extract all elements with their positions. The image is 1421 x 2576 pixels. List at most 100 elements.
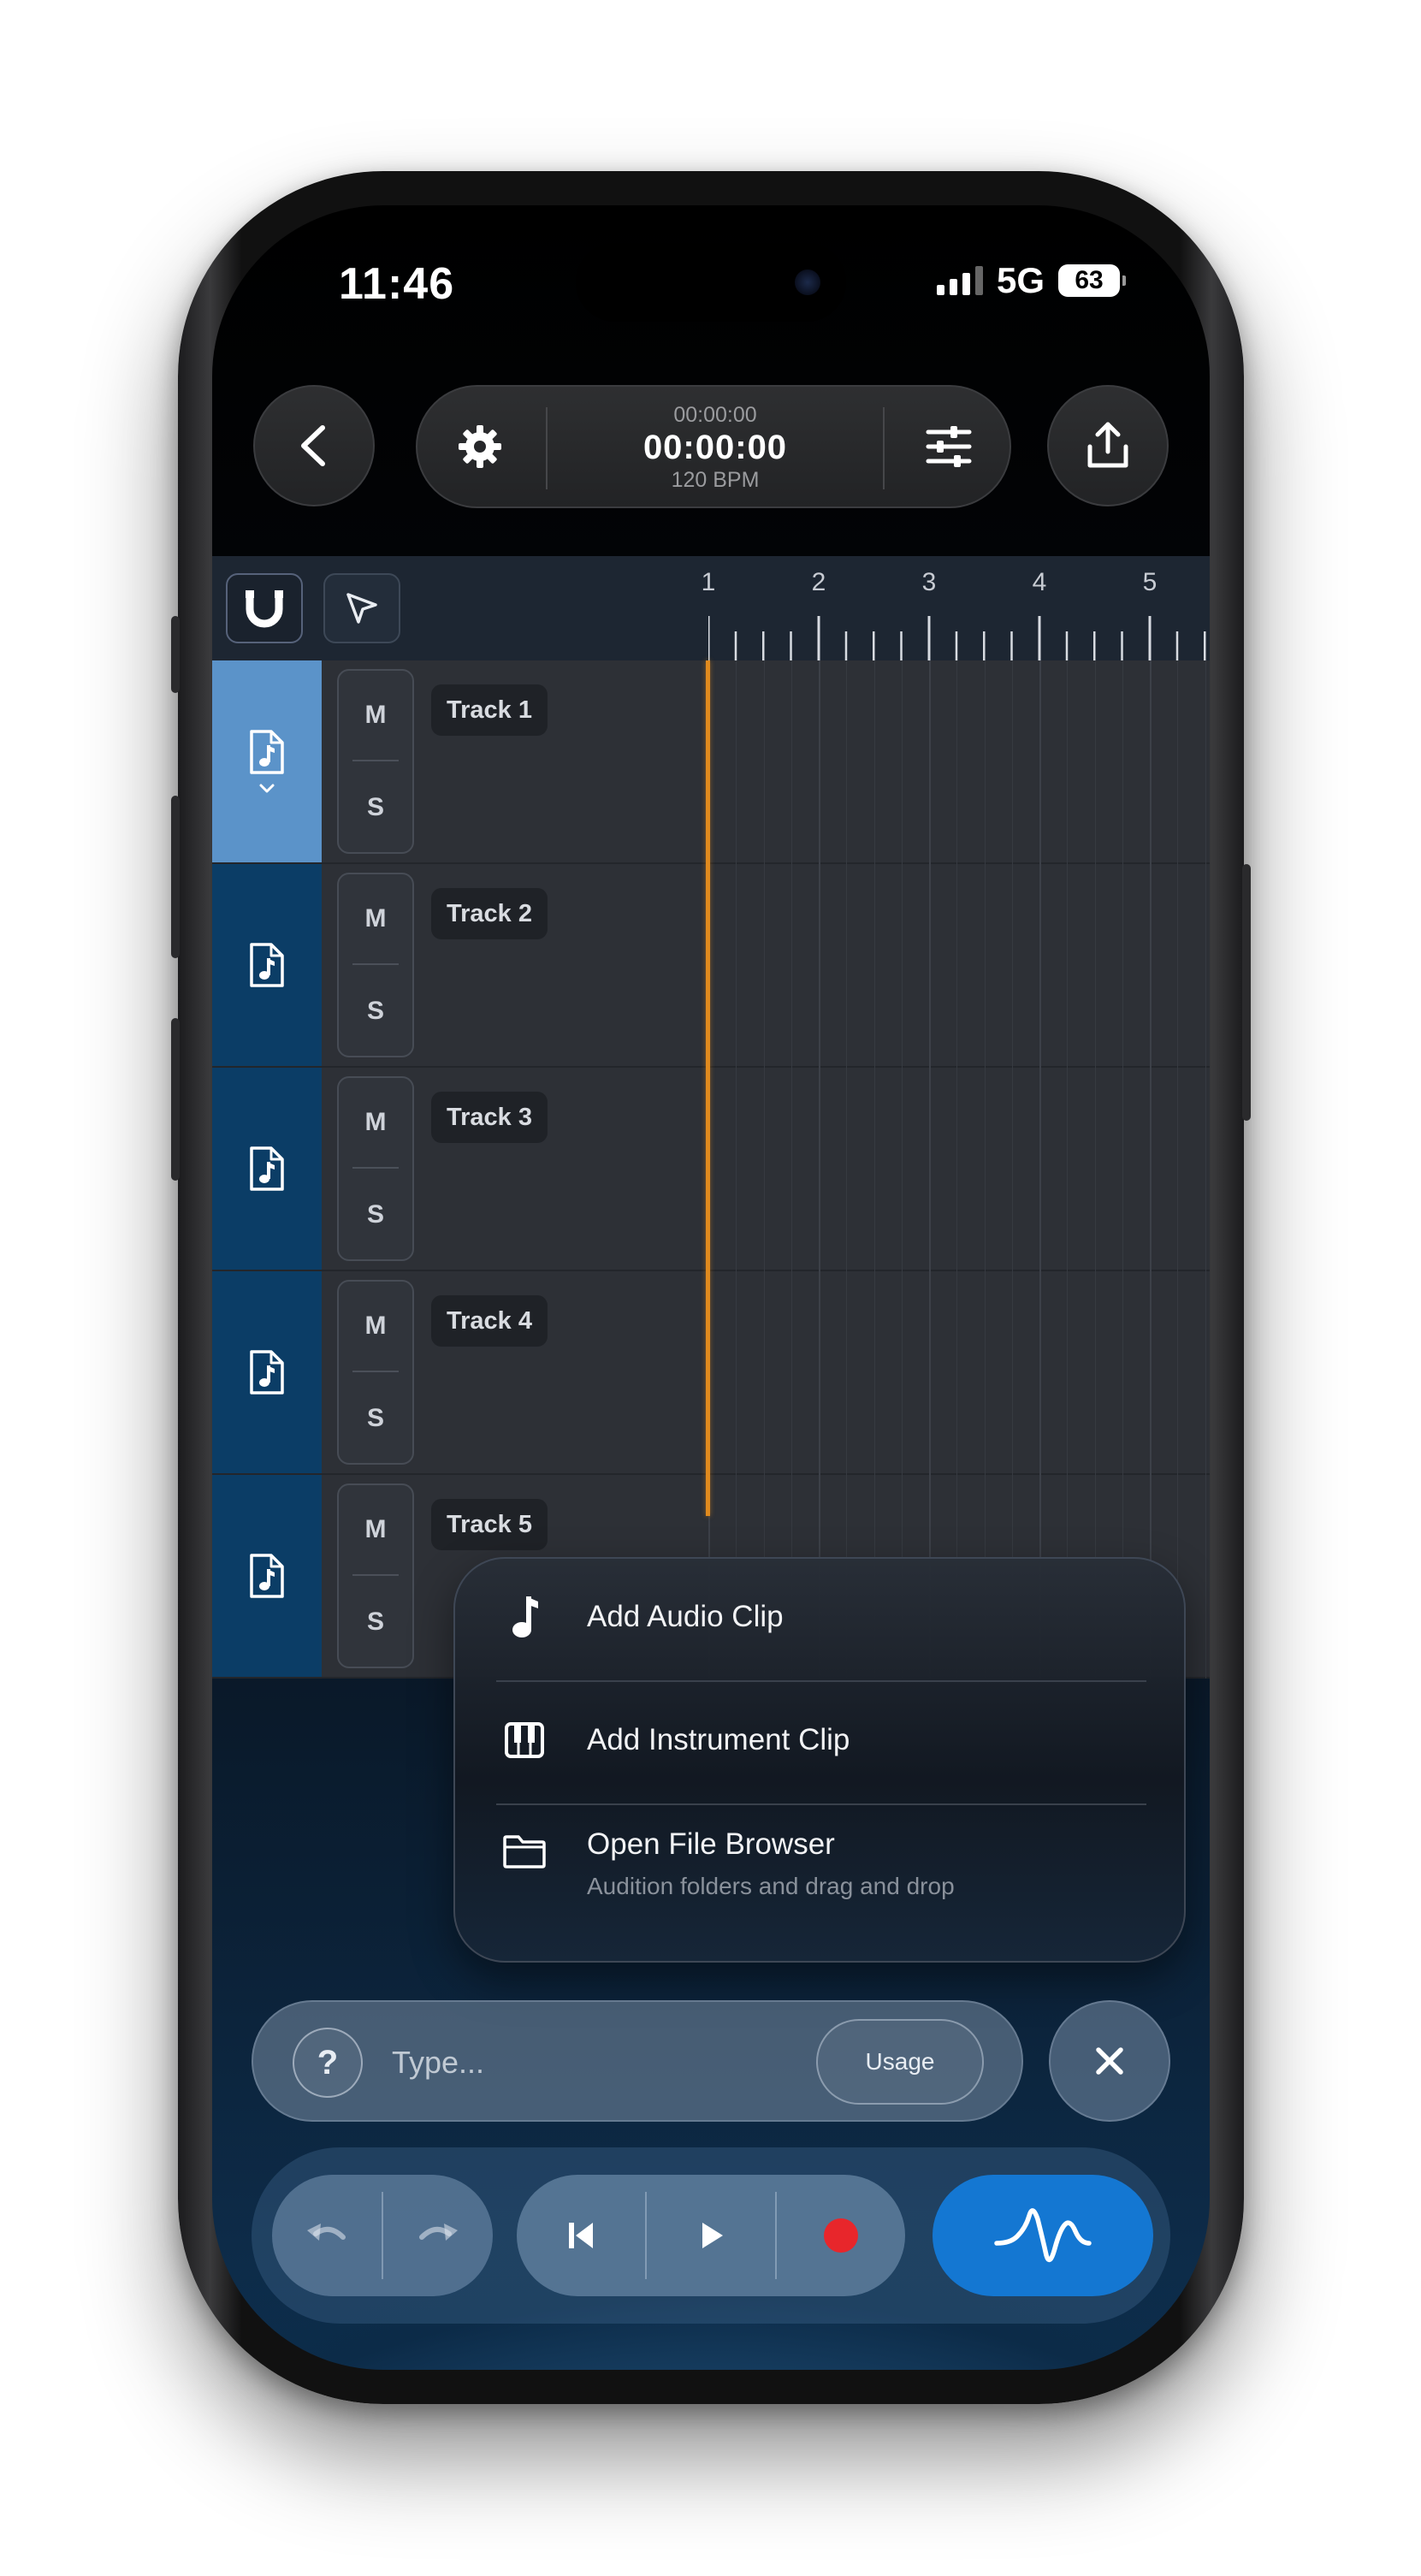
action-button bbox=[171, 616, 180, 693]
volume-up-button bbox=[171, 796, 180, 958]
bar-tick bbox=[708, 616, 710, 660]
time-secondary: 00:00:00 bbox=[673, 403, 757, 427]
mute-button[interactable]: M bbox=[339, 1078, 412, 1167]
play-icon bbox=[702, 2223, 723, 2248]
prompt-input[interactable] bbox=[390, 2036, 801, 2089]
menu-divider bbox=[496, 1680, 1146, 1682]
menu-item-open-file-browser[interactable]: Open File Browser Audition folders and d… bbox=[496, 1819, 1146, 1901]
divider bbox=[352, 963, 399, 965]
usage-button[interactable]: Usage bbox=[816, 2019, 984, 2105]
track-name-label[interactable]: Track 3 bbox=[431, 1092, 548, 1143]
mute-solo-group: MS bbox=[337, 1483, 414, 1668]
beat-tick bbox=[1121, 631, 1123, 660]
bar-tick bbox=[817, 616, 820, 660]
audio-file-icon bbox=[250, 943, 284, 987]
sliders-icon bbox=[926, 426, 972, 467]
undo-button[interactable] bbox=[272, 2175, 382, 2296]
ai-assistant-button[interactable] bbox=[933, 2175, 1153, 2296]
undo-icon bbox=[307, 2224, 346, 2241]
menu-label: Add Instrument Clip bbox=[587, 1723, 850, 1756]
skip-back-icon bbox=[569, 2223, 593, 2248]
back-button[interactable] bbox=[253, 385, 375, 506]
time-display-pill: 00:00:00 00:00:00 120 BPM bbox=[416, 385, 1011, 508]
beat-tick bbox=[1065, 631, 1069, 660]
share-button[interactable] bbox=[1047, 385, 1169, 506]
chevron-left-icon bbox=[301, 425, 325, 466]
beat-tick bbox=[1175, 631, 1179, 660]
mute-button[interactable]: M bbox=[339, 1485, 412, 1574]
beat-tick bbox=[734, 631, 737, 660]
track-type-button[interactable] bbox=[212, 660, 322, 862]
record-button[interactable] bbox=[777, 2175, 905, 2296]
menu-sublabel: Audition folders and drag and drop bbox=[587, 1873, 955, 1899]
volume-down-button bbox=[171, 1018, 180, 1181]
beat-tick bbox=[844, 631, 848, 660]
track-name-label[interactable]: Track 1 bbox=[431, 684, 548, 736]
playhead[interactable] bbox=[706, 660, 710, 1516]
time-primary: 00:00:00 bbox=[642, 429, 788, 466]
audio-file-icon bbox=[250, 730, 284, 774]
track-lane[interactable] bbox=[708, 1271, 1210, 1473]
bar-ruler[interactable]: 1 2 3 4 5 bbox=[702, 556, 1210, 660]
folder-icon bbox=[496, 1826, 553, 1877]
track-lane[interactable] bbox=[708, 864, 1210, 1066]
status-indicators: 5G 63 bbox=[936, 260, 1126, 301]
audio-file-icon bbox=[250, 1146, 284, 1191]
solo-button[interactable]: S bbox=[339, 1170, 412, 1259]
tempo-label: 120 BPM bbox=[671, 468, 760, 492]
mixer-button[interactable] bbox=[886, 387, 1011, 506]
playback-group bbox=[517, 2175, 905, 2296]
divider bbox=[352, 1371, 399, 1372]
select-tool-button[interactable] bbox=[323, 573, 400, 643]
solo-button[interactable]: S bbox=[339, 763, 412, 852]
timeline-header: 1 2 3 4 5 bbox=[212, 556, 1210, 660]
track-name-label[interactable]: Track 5 bbox=[431, 1499, 548, 1550]
redo-button[interactable] bbox=[383, 2175, 493, 2296]
mute-button[interactable]: M bbox=[339, 874, 412, 963]
track-name-label[interactable]: Track 2 bbox=[431, 888, 548, 939]
menu-item-add-audio-clip[interactable]: Add Audio Clip bbox=[496, 1591, 1146, 1643]
cursor-icon bbox=[346, 593, 377, 624]
track-row[interactable]: M S Track 2 bbox=[212, 864, 1210, 1068]
track-list: M S Track 1 M S Track 2 M S Track 3 M S Track 4 M S Tr… bbox=[212, 660, 1210, 1679]
track-name-label[interactable]: Track 4 bbox=[431, 1295, 548, 1347]
track-row[interactable]: M S Track 3 bbox=[212, 1068, 1210, 1271]
time-display[interactable]: 00:00:00 00:00:00 120 BPM bbox=[554, 402, 876, 493]
snap-button[interactable] bbox=[226, 573, 303, 643]
status-time: 11:46 bbox=[339, 259, 455, 309]
mute-solo-group: MS bbox=[337, 669, 414, 854]
menu-text-group: Open File Browser Audition folders and d… bbox=[587, 1819, 955, 1901]
bar-number: 1 bbox=[701, 568, 716, 596]
help-button[interactable]: ? bbox=[293, 2028, 363, 2098]
track-lane[interactable] bbox=[708, 1068, 1210, 1270]
magnet-icon bbox=[246, 590, 283, 628]
solo-button[interactable]: S bbox=[339, 1374, 412, 1463]
solo-button[interactable]: S bbox=[339, 1578, 412, 1667]
track-type-button[interactable] bbox=[212, 1068, 322, 1270]
share-icon bbox=[1087, 422, 1128, 468]
divider bbox=[546, 407, 548, 489]
mute-button[interactable]: M bbox=[339, 671, 412, 760]
track-row[interactable]: M S Track 4 bbox=[212, 1271, 1210, 1475]
solo-button[interactable]: S bbox=[339, 967, 412, 1056]
track-type-button[interactable] bbox=[212, 864, 322, 1066]
bar-tick bbox=[1148, 616, 1152, 660]
settings-button[interactable] bbox=[417, 387, 542, 506]
battery-icon: 63 bbox=[1058, 264, 1126, 297]
mute-button[interactable]: M bbox=[339, 1282, 412, 1371]
beat-tick bbox=[762, 631, 765, 660]
music-note-icon bbox=[496, 1591, 553, 1643]
track-lane[interactable] bbox=[708, 660, 1210, 862]
skip-to-start-button[interactable] bbox=[517, 2175, 645, 2296]
menu-item-add-instrument-clip[interactable]: Add Instrument Clip bbox=[496, 1714, 1146, 1766]
track-type-button[interactable] bbox=[212, 1475, 322, 1677]
chevron-down-icon[interactable] bbox=[258, 783, 275, 795]
track-type-button[interactable] bbox=[212, 1271, 322, 1473]
ruler-ticks bbox=[708, 616, 1206, 660]
close-button[interactable] bbox=[1049, 2000, 1170, 2122]
play-button[interactable] bbox=[647, 2175, 775, 2296]
add-clip-menu: Add Audio Clip Add Instrument Clip Open … bbox=[453, 1557, 1186, 1963]
track-row[interactable]: M S Track 1 bbox=[212, 660, 1210, 864]
signal-icon bbox=[936, 266, 983, 295]
beat-tick bbox=[1093, 631, 1096, 660]
